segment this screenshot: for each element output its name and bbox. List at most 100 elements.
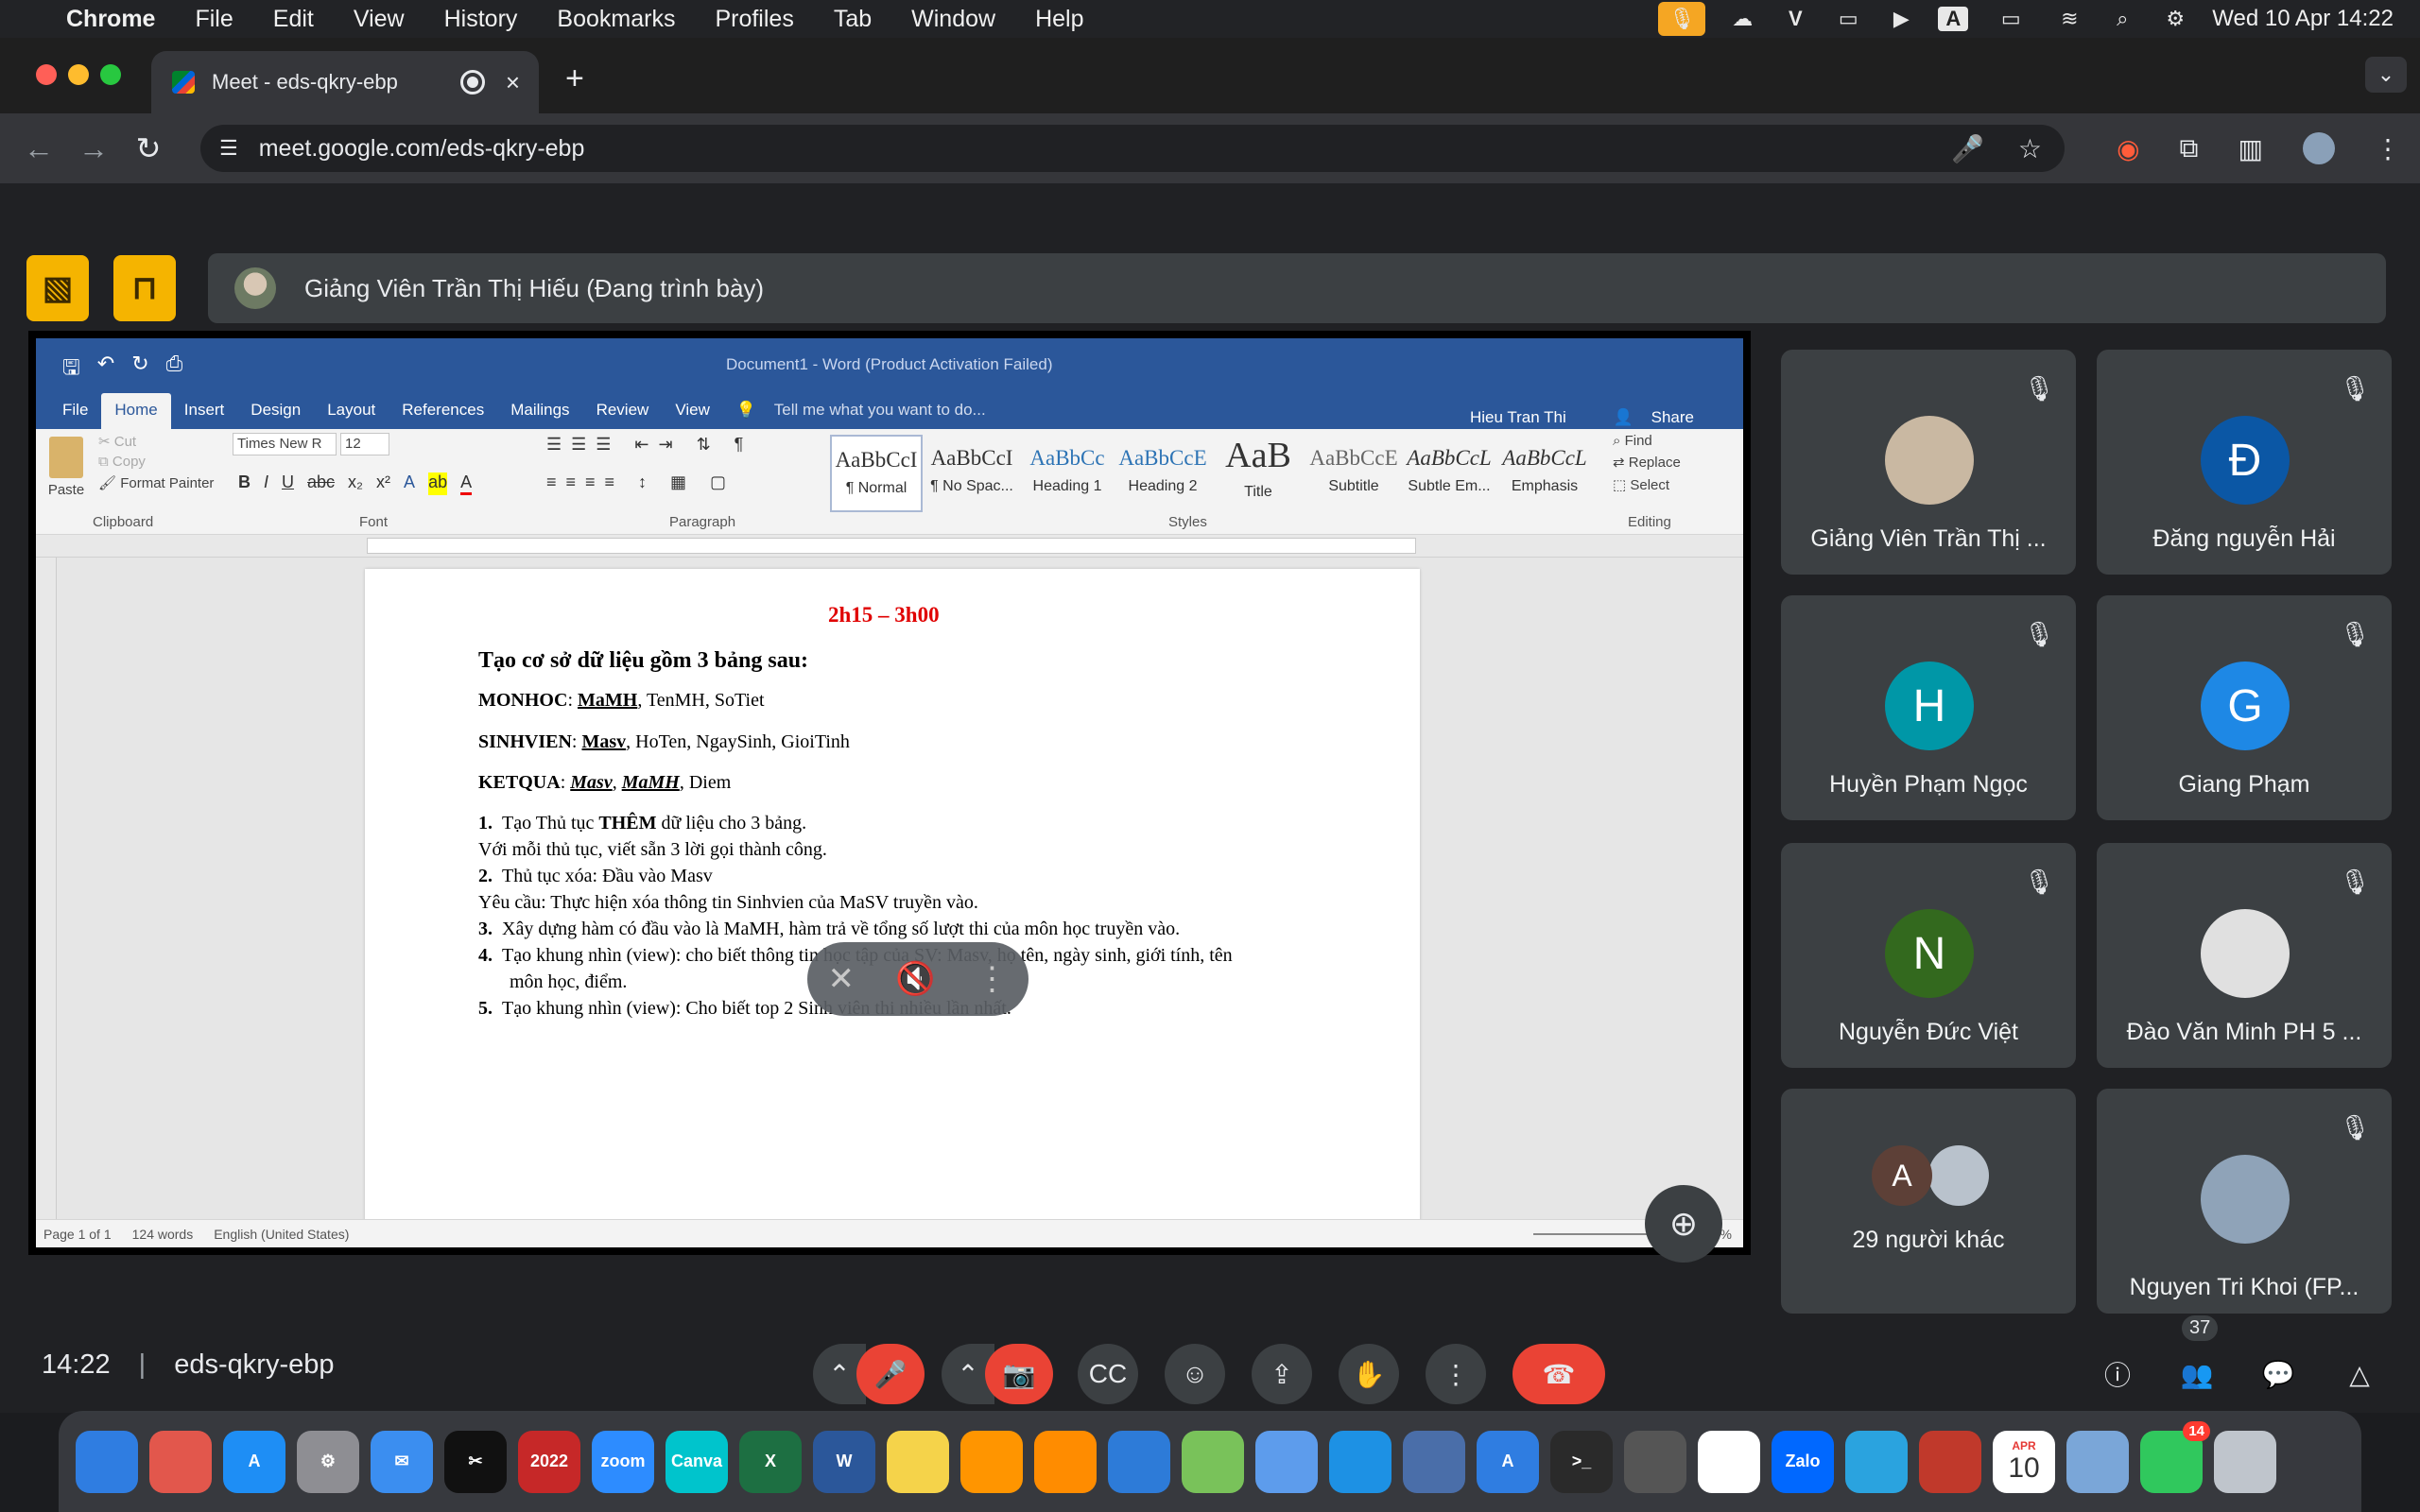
- find-button[interactable]: ⌕ Find: [1613, 433, 1652, 449]
- screen-recorder-extension-icon[interactable]: ◉: [2117, 133, 2139, 164]
- camera-toggle-button[interactable]: 📷: [985, 1344, 1053, 1404]
- dock-app-icon[interactable]: APR 10: [1993, 1430, 2055, 1493]
- zoom-window-button[interactable]: [100, 64, 121, 85]
- tab-close-icon[interactable]: ×: [506, 68, 520, 97]
- dock-app-icon[interactable]: [1255, 1430, 1318, 1493]
- underline-button[interactable]: U: [282, 472, 294, 495]
- menu-history[interactable]: History: [444, 6, 518, 33]
- url-text[interactable]: meet.google.com/eds-qkry-ebp: [259, 135, 585, 163]
- present-button[interactable]: ⇪: [1252, 1344, 1312, 1404]
- dock-app-icon[interactable]: [1329, 1430, 1392, 1493]
- reactions-button[interactable]: ☺: [1165, 1344, 1225, 1404]
- horizontal-ruler[interactable]: [36, 535, 1743, 558]
- menu-help[interactable]: Help: [1035, 6, 1083, 33]
- participant-tile[interactable]: A 29 người khác: [1781, 1089, 2076, 1314]
- dock-app-icon[interactable]: [2214, 1430, 2276, 1493]
- word-tab-file[interactable]: File: [49, 393, 101, 429]
- dock-app-icon[interactable]: ⚙: [297, 1430, 359, 1493]
- dock-app-icon[interactable]: [1182, 1430, 1244, 1493]
- site-info-icon[interactable]: ☰: [219, 136, 238, 161]
- style-item[interactable]: AaBbCc Heading 1: [1021, 435, 1114, 512]
- dock-app-icon[interactable]: [1845, 1430, 1908, 1493]
- dock-app-icon[interactable]: 14: [2140, 1420, 2210, 1493]
- document-page[interactable]: 2h15 – 3h00 Tạo cơ sở dữ liệu gồm 3 bảng…: [365, 569, 1420, 1230]
- address-bar[interactable]: ☰ meet.google.com/eds-qkry-ebp 🎤 ☆: [200, 125, 2065, 172]
- battery-icon[interactable]: ▭: [1989, 6, 2032, 32]
- profile-avatar[interactable]: [2303, 132, 2335, 164]
- dock-app-icon[interactable]: [960, 1430, 1023, 1493]
- font-size-select[interactable]: 12: [340, 433, 389, 455]
- style-item[interactable]: AaBbCcE Heading 2: [1116, 435, 1209, 512]
- word-tab-review[interactable]: Review: [583, 393, 663, 429]
- chrome-menu-icon[interactable]: ⋮: [2375, 133, 2401, 164]
- v-menu-icon[interactable]: V: [1779, 6, 1811, 32]
- word-tab-layout[interactable]: Layout: [314, 393, 389, 429]
- subscript-button[interactable]: x₂: [348, 472, 363, 495]
- more-options-button[interactable]: ⋮: [1426, 1344, 1486, 1404]
- minimize-window-button[interactable]: [68, 64, 89, 85]
- cut-button[interactable]: ✂ Cut: [98, 433, 136, 450]
- dock-app-icon[interactable]: [1698, 1430, 1760, 1493]
- save-icon[interactable]: 🖫: [62, 352, 80, 387]
- participant-tile[interactable]: 🎙 Đào Văn Minh PH 5 ...: [2097, 843, 2392, 1068]
- menu-bookmarks[interactable]: Bookmarks: [557, 6, 675, 33]
- meeting-code[interactable]: eds-qkry-ebp: [174, 1349, 334, 1380]
- back-button[interactable]: ←: [11, 131, 66, 166]
- raise-hand-button[interactable]: ✋: [1339, 1344, 1399, 1404]
- style-item[interactable]: AaBbCcE Subtitle: [1307, 435, 1400, 512]
- dock-app-icon[interactable]: [1034, 1430, 1097, 1493]
- highlight-button[interactable]: ab: [428, 472, 448, 495]
- dock-app-icon[interactable]: [149, 1430, 212, 1493]
- style-item[interactable]: AaBbCcL Subtle Em...: [1403, 435, 1495, 512]
- close-window-button[interactable]: [36, 64, 57, 85]
- more-options-icon[interactable]: ⋮: [976, 960, 1008, 998]
- participant-tile[interactable]: 🎙 G Giang Phạm: [2097, 595, 2392, 820]
- chat-button[interactable]: 💬: [2248, 1344, 2308, 1404]
- dock-app-icon[interactable]: A: [1477, 1430, 1539, 1493]
- select-button[interactable]: ⬚ Select: [1613, 476, 1669, 493]
- dock-app-icon[interactable]: >_: [1550, 1430, 1613, 1493]
- dock-app-icon[interactable]: X: [739, 1430, 802, 1493]
- dock-app-icon[interactable]: [76, 1430, 138, 1493]
- dock-app-icon[interactable]: W: [813, 1430, 875, 1493]
- style-item[interactable]: AaB Title: [1212, 435, 1305, 512]
- zoom-presentation-button[interactable]: ⊕: [1645, 1185, 1722, 1263]
- volume-off-icon[interactable]: 🔇: [895, 960, 935, 998]
- status-words[interactable]: 124 words: [132, 1227, 194, 1242]
- menu-file[interactable]: File: [195, 6, 233, 33]
- reload-button[interactable]: ↻: [121, 130, 176, 166]
- tell-me-box[interactable]: 💡 Tell me what you want to do...: [723, 393, 1012, 429]
- menu-tab[interactable]: Tab: [834, 6, 872, 33]
- text-effects-button[interactable]: A: [404, 472, 415, 495]
- dock-app-icon[interactable]: 2022: [518, 1430, 580, 1493]
- mic-status-icon[interactable]: 🎙: [1658, 2, 1706, 36]
- dock-app-icon[interactable]: Zalo: [1772, 1430, 1834, 1493]
- menu-view[interactable]: View: [354, 6, 405, 33]
- dock-app-icon[interactable]: [887, 1430, 949, 1493]
- input-source-icon[interactable]: A: [1938, 7, 1969, 31]
- redo-icon[interactable]: ↻: [131, 352, 148, 387]
- print-preview-icon[interactable]: ⎙: [166, 352, 183, 387]
- word-tab-view[interactable]: View: [662, 393, 723, 429]
- participant-tile[interactable]: 🎙 Giảng Viên Trần Thị ...: [1781, 350, 2076, 575]
- word-tab-insert[interactable]: Insert: [171, 393, 238, 429]
- dock-app-icon[interactable]: [1108, 1430, 1170, 1493]
- copy-button[interactable]: ⧉ Copy: [98, 454, 146, 470]
- superscript-button[interactable]: x²: [376, 472, 390, 495]
- menu-edit[interactable]: Edit: [273, 6, 314, 33]
- style-item[interactable]: AaBbCcI ¶ Normal: [830, 435, 923, 512]
- word-tab-design[interactable]: Design: [237, 393, 314, 429]
- font-name-select[interactable]: Times New R: [233, 433, 337, 455]
- forward-button[interactable]: →: [66, 131, 121, 166]
- tab-search-button[interactable]: ⌄: [2365, 57, 2407, 93]
- meeting-details-button[interactable]: ⓘ: [2087, 1344, 2148, 1404]
- side-panel-icon[interactable]: ▥: [2238, 133, 2263, 164]
- paste-button[interactable]: Paste: [45, 437, 87, 498]
- undo-icon[interactable]: ↶: [97, 352, 114, 387]
- voice-search-icon[interactable]: 🎤: [1951, 133, 1984, 164]
- tab-meet[interactable]: Meet - eds-qkry-ebp ×: [151, 51, 539, 113]
- captions-button[interactable]: CC: [1078, 1344, 1138, 1404]
- word-tab-mailings[interactable]: Mailings: [497, 393, 582, 429]
- pin-off-icon[interactable]: ✕: [828, 960, 856, 998]
- wifi-icon[interactable]: ≋: [2053, 6, 2085, 32]
